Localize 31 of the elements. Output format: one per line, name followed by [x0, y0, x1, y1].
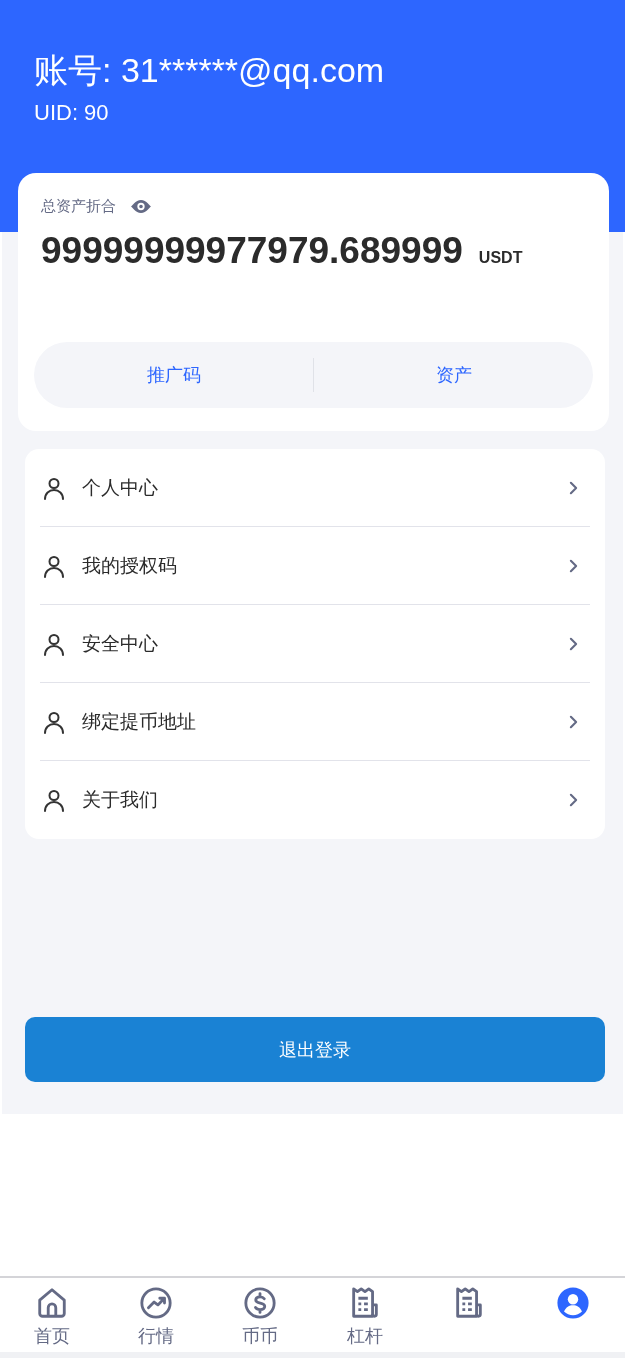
menu-item[interactable]: 关于我们 — [40, 761, 590, 839]
chevron-right-icon — [569, 480, 578, 495]
dollar-icon — [243, 1286, 278, 1320]
account-title: 账号: 31******@qq.com — [34, 50, 386, 90]
assets-label: 总资产折合 — [41, 197, 116, 216]
chevron-right-icon — [569, 714, 578, 729]
eye-icon[interactable] — [130, 199, 152, 214]
chevron-right-icon — [569, 558, 578, 573]
person-icon — [42, 475, 66, 500]
menu-item[interactable]: 个人中心 — [40, 449, 590, 527]
logout-button[interactable]: 退出登录 — [25, 1017, 605, 1082]
total-amount: 99999999977979.689999 — [41, 230, 463, 272]
menu-item[interactable]: 我的授权码 — [40, 527, 590, 605]
chevron-right-icon — [569, 636, 578, 651]
trend-chart-icon — [139, 1286, 174, 1320]
action-button[interactable]: 资产 — [314, 342, 593, 408]
person-icon — [42, 788, 66, 812]
uid-text: UID: 90 — [34, 100, 110, 126]
tab-item[interactable]: 行情 — [104, 1278, 209, 1352]
menu-item[interactable]: 绑定提币地址 — [40, 683, 590, 761]
chevron-right-icon — [569, 793, 578, 807]
tab-item[interactable]: 首页 — [0, 1278, 105, 1352]
menu-item[interactable]: 安全中心 — [40, 605, 590, 683]
tab-item[interactable]: 币币 — [208, 1278, 313, 1352]
person-icon — [42, 631, 66, 656]
currency-unit: USDT — [478, 249, 523, 267]
person-icon — [42, 553, 66, 578]
tab-item[interactable]: 杠杆 — [312, 1278, 417, 1352]
person-icon — [42, 709, 66, 734]
user-icon — [555, 1286, 590, 1320]
action-button[interactable]: 推广码 — [34, 342, 313, 408]
